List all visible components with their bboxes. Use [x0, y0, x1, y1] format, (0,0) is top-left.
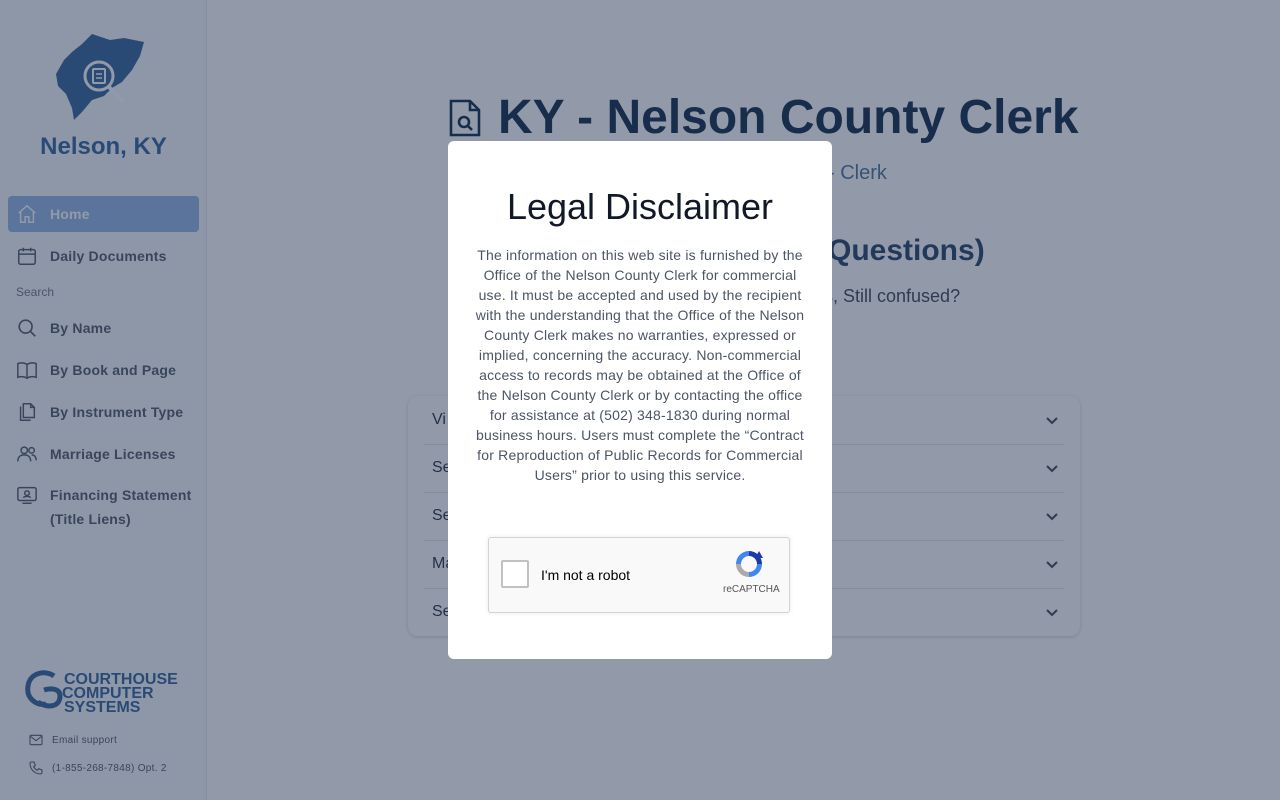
- modal-title: Legal Disclaimer: [506, 186, 774, 227]
- recaptcha-widget: I'm not a robot reCAPTCHA: [488, 537, 790, 613]
- modal-body-text: The information on this web site is furn…: [475, 247, 805, 483]
- recaptcha-label: I'm not a robot: [541, 567, 631, 583]
- recaptcha-brand: reCAPTCHA: [723, 584, 780, 595]
- recaptcha-logo-icon: [736, 551, 763, 577]
- legal-disclaimer-modal: Legal Disclaimer The information on this…: [448, 141, 832, 659]
- recaptcha-checkbox[interactable]: [501, 560, 529, 588]
